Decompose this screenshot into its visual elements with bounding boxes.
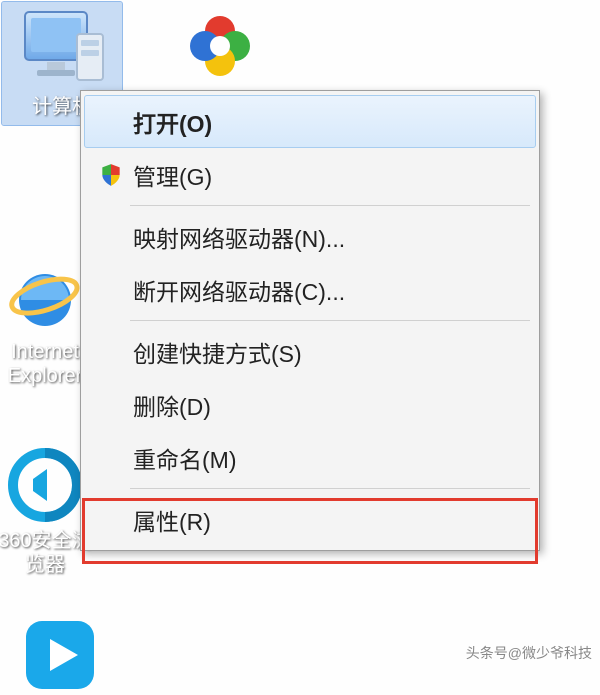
play-icon [0, 615, 120, 695]
menu-item-create-shortcut[interactable]: 创建快捷方式(S) [84, 325, 536, 378]
menu-separator [130, 205, 530, 206]
menu-item-label: 属性(R) [131, 503, 527, 537]
pinwheel-icon [160, 6, 280, 86]
desktop-icon-media[interactable] [0, 615, 120, 695]
context-menu: 打开(O) 管理(G) 映射网络驱动器(N)... 断开网络驱动器(C)... … [80, 90, 540, 551]
menu-item-disconnect-drive[interactable]: 断开网络驱动器(C)... [84, 263, 536, 316]
computer-icon [2, 6, 122, 91]
menu-item-label: 创建快捷方式(S) [131, 335, 527, 369]
menu-item-label: 断开网络驱动器(C)... [131, 273, 527, 307]
menu-separator [130, 320, 530, 321]
menu-item-rename[interactable]: 重命名(M) [84, 431, 536, 484]
menu-item-label: 管理(G) [131, 158, 527, 192]
menu-item-label: 重命名(M) [131, 441, 527, 475]
shield-icon [91, 162, 131, 188]
menu-item-map-drive[interactable]: 映射网络驱动器(N)... [84, 210, 536, 263]
menu-separator [130, 488, 530, 489]
menu-item-label: 映射网络驱动器(N)... [131, 220, 527, 254]
menu-item-manage[interactable]: 管理(G) [84, 148, 536, 201]
watermark: 头条号@微少爷科技 [466, 643, 592, 663]
menu-item-delete[interactable]: 删除(D) [84, 378, 536, 431]
menu-item-label: 打开(O) [131, 105, 527, 139]
desktop-icon-app[interactable] [160, 6, 280, 86]
menu-item-properties[interactable]: 属性(R) [84, 493, 536, 546]
menu-item-label: 删除(D) [131, 388, 527, 422]
menu-item-open[interactable]: 打开(O) [84, 95, 536, 148]
